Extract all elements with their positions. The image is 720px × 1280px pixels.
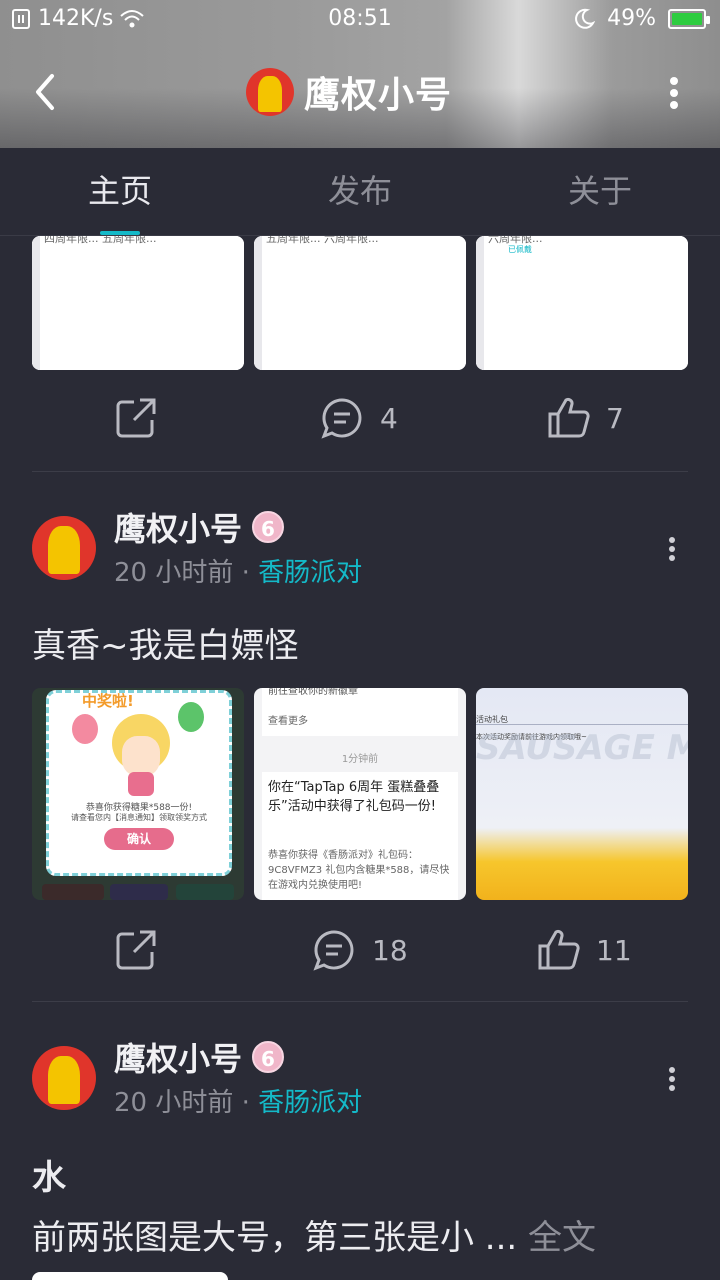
game-tag[interactable]: 香肠派对 (258, 558, 362, 588)
more-options-button[interactable] (668, 76, 680, 110)
post-more-button[interactable] (668, 536, 676, 562)
comment-count: 4 (380, 401, 398, 435)
page-title: 鹰权小号 (246, 66, 452, 118)
tab-bar: 主页 发布 关于 (0, 148, 720, 236)
post-header: 鹰权小号 6 20 小时前 · 香肠派对 (32, 1040, 688, 1122)
meta-separator: · (241, 1088, 250, 1118)
battery-icon (668, 8, 710, 29)
comment-button[interactable]: 18 (312, 928, 408, 972)
thumbs-up-icon (548, 397, 590, 438)
battery-percent: 49% (607, 6, 656, 31)
post-image[interactable]: 六周年限... 已佩戴 (476, 236, 688, 370)
share-icon (116, 398, 156, 438)
post-time: 20 小时前 (114, 558, 234, 588)
game-tag[interactable]: 香肠派对 (258, 1088, 362, 1118)
like-button[interactable]: 11 (536, 928, 632, 972)
author-name[interactable]: 鹰权小号 (114, 1034, 242, 1080)
like-count: 11 (596, 933, 632, 967)
feed: 四周年限... 五周年限... 五周年限... 六周年限... 六周年限... … (0, 236, 720, 1280)
share-button[interactable] (114, 396, 158, 440)
post-actions: 4 7 (32, 396, 688, 456)
comment-count: 18 (372, 933, 408, 967)
post-text: 真香~我是白嫖怪 (32, 626, 299, 666)
share-button[interactable] (114, 928, 158, 972)
post-images: 中奖啦! 恭喜你获得糖果*588一份! 请查看您内【消息通知】领取领奖方式 确认… (32, 688, 688, 900)
status-bar: 142K/s 08:51 49% (0, 0, 720, 40)
divider (32, 1001, 688, 1002)
comment-icon (313, 930, 354, 971)
post-image[interactable]: 前往查收你的新徽章 查看更多 1分钟前 你在“TapTap 6周年 蛋糕叠叠乐”… (254, 688, 466, 900)
tab-home[interactable]: 主页 (0, 148, 240, 235)
meta-separator: · (241, 558, 250, 588)
read-more-link[interactable]: 全文 (528, 1218, 596, 1258)
post-more-button[interactable] (668, 1066, 676, 1092)
like-button[interactable]: 7 (546, 396, 624, 440)
avatar[interactable] (32, 516, 96, 580)
comment-icon (321, 398, 362, 439)
level-badge: 6 (252, 511, 285, 543)
like-count: 7 (606, 401, 624, 435)
post-image[interactable]: 中奖啦! 恭喜你获得糖果*588一份! 请查看您内【消息通知】领取领奖方式 确认 (32, 688, 244, 900)
post-image[interactable] (32, 1272, 228, 1280)
post-text: 前两张图是大号，第三张是小 ... 全文 (32, 1218, 597, 1258)
tab-about[interactable]: 关于 (480, 148, 720, 235)
moon-icon (575, 8, 596, 29)
post-image[interactable]: 四周年限... 五周年限... (32, 236, 244, 370)
post-header: 鹰权小号 6 20 小时前 · 香肠派对 (32, 510, 688, 592)
avatar[interactable] (32, 1046, 96, 1110)
confirm-button-image: 确认 (104, 828, 174, 850)
comment-button[interactable]: 4 (320, 396, 398, 440)
page-header: 鹰权小号 (0, 40, 720, 148)
post-time: 20 小时前 (114, 1088, 234, 1118)
level-badge: 6 (252, 1041, 285, 1073)
back-button[interactable] (26, 70, 66, 114)
thumbs-up-icon (538, 929, 580, 970)
post-image[interactable]: 活动礼包 本次活动奖励请前往游戏内领取哦~ SAUSAGE MAN (476, 688, 688, 900)
post-images: 四周年限... 五周年限... 五周年限... 六周年限... 六周年限... … (32, 236, 688, 370)
tab-indicator (100, 231, 140, 235)
divider (32, 471, 688, 472)
post-actions: 18 11 (32, 928, 688, 988)
avatar[interactable] (246, 68, 294, 116)
tab-posts[interactable]: 发布 (240, 148, 480, 235)
post-image[interactable]: 五周年限... 六周年限... (254, 236, 466, 370)
page-title-text: 鹰权小号 (304, 75, 453, 116)
share-icon (116, 930, 156, 970)
post-meta: 20 小时前 · 香肠派对 (114, 552, 362, 589)
author-name[interactable]: 鹰权小号 (114, 504, 242, 550)
post-title: 水 (32, 1158, 66, 1198)
post-meta: 20 小时前 · 香肠派对 (114, 1082, 362, 1119)
